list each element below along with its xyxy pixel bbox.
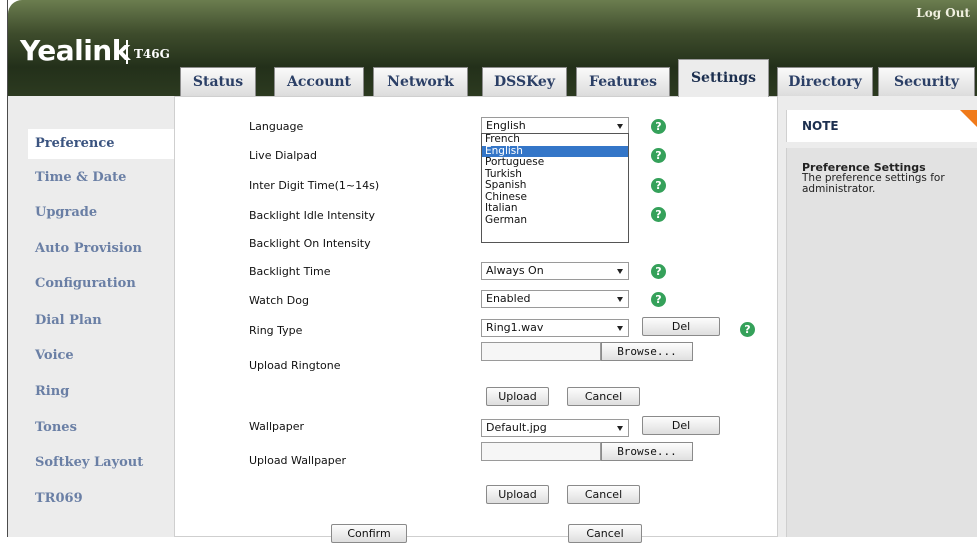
wallpaper-del-button[interactable]: Del	[642, 416, 720, 435]
sidebar-item-auto-provision[interactable]: Auto Provision	[35, 241, 142, 256]
yealink-logo: Yealink	[20, 34, 130, 67]
language-option-portuguese[interactable]: Portuguese	[482, 156, 628, 169]
settings-form: Language English ? French English Portug…	[174, 96, 778, 543]
tab-security[interactable]: Security	[878, 67, 975, 96]
sidebar-item-softkey-layout[interactable]: Softkey Layout	[35, 455, 143, 470]
ringtone-file-field[interactable]	[481, 342, 601, 361]
sidebar-item-dial-plan[interactable]: Dial Plan	[35, 313, 102, 328]
ring-type-help-icon[interactable]: ?	[740, 322, 755, 337]
language-option-spanish[interactable]: Spanish	[482, 179, 628, 192]
language-select-value: English	[486, 119, 526, 132]
watch-dog-help-icon[interactable]: ?	[651, 292, 666, 307]
tab-network[interactable]: Network	[373, 67, 468, 96]
tab-status[interactable]: Status	[180, 67, 256, 96]
sidebar-item-configuration[interactable]: Configuration	[35, 276, 136, 291]
sidebar-item-ring[interactable]: Ring	[35, 384, 69, 399]
wallpaper-browse-button[interactable]: Browse...	[601, 442, 693, 461]
sidebar-item-upgrade[interactable]: Upgrade	[35, 205, 97, 220]
wallpaper-value: Default.jpg	[486, 421, 547, 434]
backlight-idle-label: Backlight Idle Intensity	[249, 209, 376, 222]
chevron-down-icon	[617, 269, 623, 274]
wallpaper-label: Wallpaper	[249, 420, 305, 433]
backlight-on-label: Backlight On Intensity	[249, 237, 371, 250]
note-panel: NOTE Preference Settings The preference …	[778, 96, 977, 537]
note-title: NOTE	[802, 119, 839, 133]
language-option-italian[interactable]: Italian	[482, 202, 628, 215]
note-body: Preference Settings The preference setti…	[786, 148, 977, 537]
confirm-button[interactable]: Confirm	[331, 524, 407, 543]
wallpaper-file-field[interactable]	[481, 442, 601, 461]
watch-dog-value: Enabled	[486, 292, 531, 305]
wallpaper-cancel-button[interactable]: Cancel	[567, 485, 640, 504]
sidebar-item-preference[interactable]: Preference	[28, 129, 174, 159]
sidebar-item-tones[interactable]: Tones	[35, 420, 77, 435]
ringtone-browse-button[interactable]: Browse...	[601, 342, 693, 361]
language-help-icon[interactable]: ?	[651, 119, 666, 134]
upload-wallpaper-label: Upload Wallpaper	[249, 454, 347, 467]
sidebar-item-voice[interactable]: Voice	[35, 348, 74, 363]
sidebar-item-time-date[interactable]: Time & Date	[35, 170, 126, 185]
chevron-down-icon	[617, 326, 623, 331]
tab-features[interactable]: Features	[576, 67, 670, 96]
upload-ringtone-label: Upload Ringtone	[249, 359, 341, 372]
chevron-down-icon	[617, 426, 623, 431]
sidebar-item-tr069[interactable]: TR069	[35, 491, 83, 506]
backlight-time-select[interactable]: Always On	[481, 262, 629, 280]
wallpaper-select[interactable]: Default.jpg	[481, 419, 629, 437]
language-option-german[interactable]: German	[482, 214, 628, 227]
watch-dog-select[interactable]: Enabled	[481, 290, 629, 308]
tab-directory[interactable]: Directory	[777, 67, 873, 96]
language-label: Language	[249, 120, 304, 133]
cancel-button[interactable]: Cancel	[568, 524, 642, 543]
live-dialpad-help-icon[interactable]: ?	[651, 148, 666, 163]
backlight-idle-help-icon[interactable]: ?	[651, 207, 666, 222]
inter-digit-help-icon[interactable]: ?	[651, 178, 666, 193]
ring-type-label: Ring Type	[249, 324, 303, 337]
tab-account[interactable]: Account	[274, 67, 364, 96]
header-bar: Yealink T46G Log Out Status Account Netw…	[8, 0, 977, 97]
ringtone-cancel-button[interactable]: Cancel	[567, 387, 640, 406]
ring-del-button[interactable]: Del	[642, 317, 720, 336]
chevron-down-icon	[617, 297, 623, 302]
watch-dog-label: Watch Dog	[249, 294, 309, 307]
corner-flag-icon	[960, 110, 977, 128]
tab-dsskey[interactable]: DSSKey	[482, 67, 567, 96]
backlight-time-help-icon[interactable]: ?	[651, 264, 666, 279]
sidebar: Preference Time & Date Upgrade Auto Prov…	[8, 96, 174, 537]
app-frame: Yealink T46G Log Out Status Account Netw…	[7, 0, 977, 543]
backlight-time-value: Always On	[486, 264, 544, 277]
live-dialpad-label: Live Dialpad	[249, 149, 317, 162]
ring-type-value: Ring1.wav	[486, 321, 544, 334]
tab-settings[interactable]: Settings	[678, 59, 769, 97]
backlight-time-label: Backlight Time	[249, 265, 331, 278]
ring-type-select[interactable]: Ring1.wav	[481, 319, 629, 337]
logo-divider	[126, 40, 128, 64]
note-header: NOTE	[786, 110, 977, 142]
page-body: Preference Time & Date Upgrade Auto Prov…	[8, 96, 977, 543]
model-label: T46G	[134, 47, 170, 61]
inter-digit-label: Inter Digit Time(1~14s)	[249, 179, 380, 192]
logout-link[interactable]: Log Out	[916, 6, 970, 20]
ringtone-upload-button[interactable]: Upload	[486, 387, 549, 406]
language-option-french[interactable]: French	[482, 133, 628, 146]
language-dropdown: French English Portuguese Turkish Spanis…	[481, 133, 629, 243]
note-text: The preference settings for administrato…	[802, 172, 945, 195]
wallpaper-upload-button[interactable]: Upload	[486, 485, 549, 504]
chevron-down-icon	[617, 124, 623, 129]
